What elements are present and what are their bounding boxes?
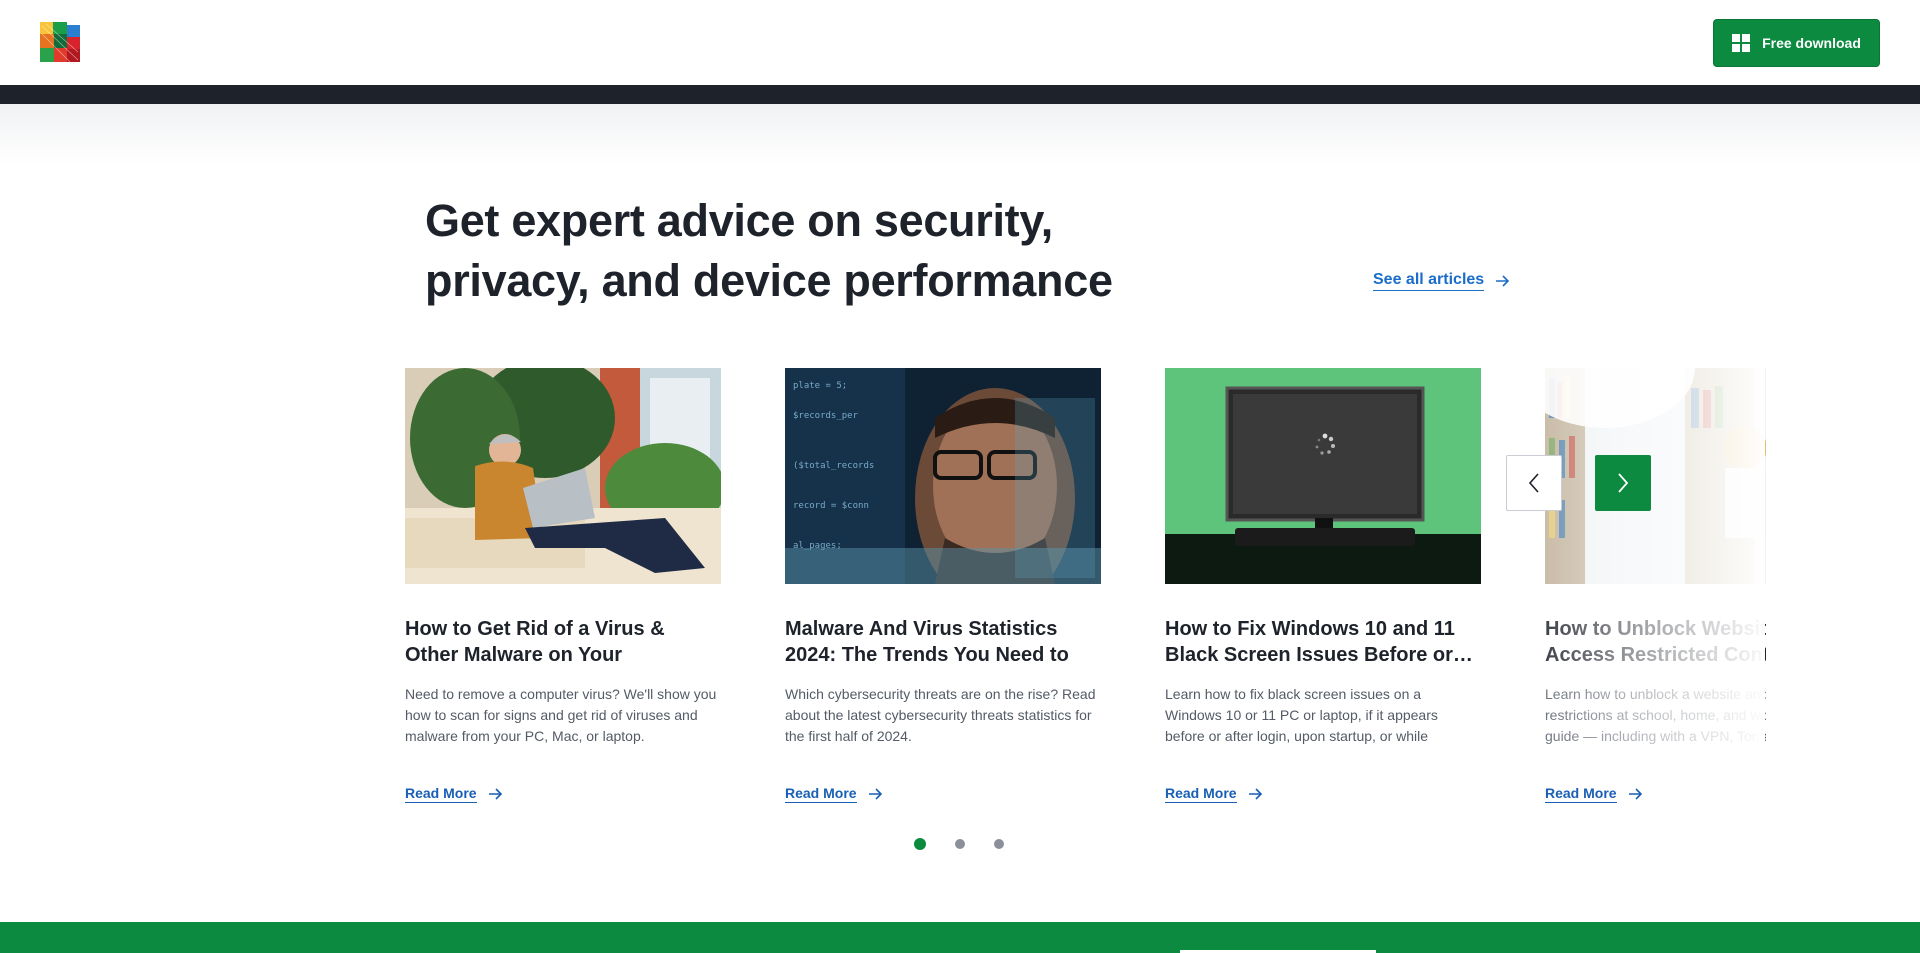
pagination-dot-2[interactable] — [955, 839, 965, 849]
carousel-prev-button[interactable] — [1506, 455, 1562, 511]
article-title[interactable]: Malware And Virus Statistics 2024: The T… — [785, 616, 1101, 668]
pagination-dot-3[interactable] — [994, 839, 1004, 849]
svg-text:($total_records: ($total_records — [793, 461, 874, 471]
dark-divider-bar — [0, 85, 1920, 104]
pagination-dot-1[interactable] — [914, 838, 926, 850]
read-more-label: Read More — [1165, 785, 1237, 803]
see-all-articles-label: See all articles — [1373, 271, 1485, 291]
article-description: Which cybersecurity threats are on the r… — [785, 686, 1096, 744]
carousel-next-button[interactable] — [1595, 455, 1651, 511]
svg-text:$records_per: $records_per — [793, 411, 859, 421]
read-more-link[interactable]: Read More — [785, 785, 883, 803]
carousel-pagination — [914, 838, 1004, 850]
read-more-label: Read More — [785, 785, 857, 803]
arrow-right-icon — [1248, 788, 1262, 800]
article-image[interactable] — [1165, 368, 1481, 584]
svg-text:plate = 5;: plate = 5; — [793, 381, 847, 391]
article-title[interactable]: How to Fix Windows 10 and 11 Black Scree… — [1165, 616, 1481, 668]
article-image[interactable] — [405, 368, 721, 584]
windows-icon — [1732, 34, 1751, 52]
section-heading-line1: Get expert advice on security, — [425, 195, 1053, 246]
section-heading-line2: privacy, and device performance — [425, 255, 1113, 306]
read-more-link[interactable]: Read More — [1165, 785, 1263, 803]
article-title[interactable]: How to Get Rid of a Virus & Other Malwar… — [405, 616, 721, 668]
arrow-right-icon — [488, 788, 502, 800]
arrow-right-icon — [1496, 275, 1510, 287]
article-description: Learn how to fix black screen issues on … — [1165, 686, 1438, 744]
article-card[interactable]: plate = 5; $records_per ($total_records … — [785, 368, 1101, 803]
free-download-button[interactable]: Free download — [1713, 19, 1880, 67]
article-description: Need to remove a computer virus? We'll s… — [405, 686, 717, 744]
article-image[interactable]: plate = 5; $records_per ($total_records … — [785, 368, 1101, 584]
read-more-link[interactable]: Read More — [1545, 785, 1643, 803]
svg-text:record = $conn: record = $conn — [793, 501, 869, 511]
chevron-left-icon — [1528, 473, 1539, 493]
read-more-link[interactable]: Read More — [405, 785, 503, 803]
carousel-clip — [1766, 340, 1920, 820]
article-card[interactable]: How to Fix Windows 10 and 11 Black Scree… — [1165, 368, 1481, 803]
header-shadow — [0, 104, 1920, 164]
avg-logo-icon[interactable] — [40, 22, 80, 64]
site-header: Free download — [0, 0, 1920, 85]
arrow-right-icon — [1628, 788, 1642, 800]
read-more-label: Read More — [405, 785, 477, 803]
free-download-label: Free download — [1762, 35, 1861, 51]
chevron-right-icon — [1618, 473, 1629, 493]
read-more-label: Read More — [1545, 785, 1617, 803]
section-heading: Get expert advice on security, privacy, … — [425, 191, 1145, 311]
see-all-articles-link[interactable]: See all articles — [1373, 271, 1510, 291]
footer-band — [0, 922, 1920, 953]
arrow-right-icon — [868, 788, 882, 800]
article-card[interactable]: How to Get Rid of a Virus & Other Malwar… — [405, 368, 721, 803]
